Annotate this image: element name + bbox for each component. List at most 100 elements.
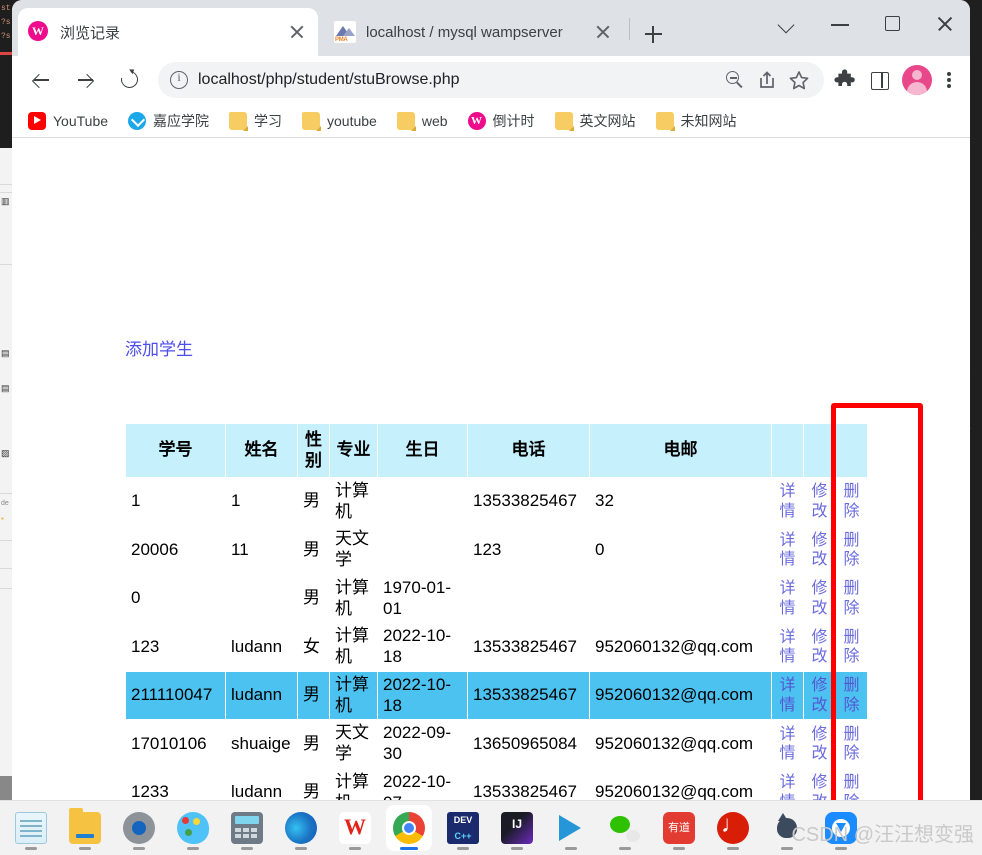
taskbar-item-google-chrome[interactable] — [386, 805, 432, 851]
site-info-icon[interactable] — [170, 70, 188, 89]
taskbar-item-netease-music[interactable] — [710, 805, 756, 851]
edit-link[interactable]: 修改 — [803, 719, 836, 769]
cell-major: 计算机 — [329, 670, 378, 721]
delete-link[interactable]: 删除 — [835, 767, 868, 800]
cell-gender: 男 — [297, 670, 330, 721]
browsing-history-icon: W — [28, 21, 50, 43]
taskbar-running-indicator — [673, 847, 685, 850]
tab-browsing-history[interactable]: W 浏览记录 — [18, 8, 318, 56]
close-icon[interactable] — [918, 0, 970, 48]
table-row[interactable]: 17010106 shuaige 男天文学 2022-09-30 13650965084… — [125, 719, 868, 769]
taskbar-item-settings[interactable] — [116, 805, 162, 851]
bookmark-label: 未知网站 — [680, 112, 737, 129]
taskbar-item-wps-office[interactable] — [332, 805, 378, 851]
edit-link[interactable]: 修改 — [803, 622, 836, 672]
cell-birthday: 1970-01-01 — [377, 573, 468, 624]
bookmark-star-icon[interactable] — [786, 67, 812, 93]
detail-link[interactable]: 详情 — [771, 573, 804, 624]
bookmark-jiaying-college[interactable]: 嘉应学院 — [126, 108, 211, 134]
tab-search-icon[interactable] — [762, 0, 814, 48]
detail-link[interactable]: 详情 — [771, 670, 804, 721]
tab-phpmyadmin[interactable]: PMA localhost / mysql wampserver — [324, 8, 624, 56]
delete-link[interactable]: 删除 — [835, 670, 868, 721]
cell-name: 1 — [225, 476, 298, 527]
cell-phone: 13533825467 — [467, 476, 590, 527]
taskbar-item-calculator[interactable] — [224, 805, 270, 851]
table-row[interactable]: 1233ludann男计算机2022-10-071353382546795206… — [125, 767, 868, 800]
cell-birthday: 2022-10-07 — [377, 767, 468, 800]
share-icon[interactable] — [754, 67, 780, 93]
bookmark-label: 英文网站 — [579, 112, 636, 129]
taskbar-item-microsoft-edge[interactable] — [278, 805, 324, 851]
youdao-dictionary-icon — [663, 812, 695, 844]
forward-icon[interactable] — [68, 62, 104, 98]
taskbar-item-file-explorer[interactable] — [62, 805, 108, 851]
detail-link[interactable]: 详情 — [771, 719, 804, 769]
taskbar-item-notepad[interactable] — [8, 805, 54, 851]
taskbar-running-indicator — [619, 847, 631, 850]
cell-major: 天文学 — [329, 719, 378, 769]
detail-link[interactable]: 详情 — [771, 476, 804, 527]
profile-avatar[interactable] — [902, 65, 932, 95]
taskbar-running-indicator — [457, 847, 469, 850]
taskbar-item-wechat[interactable] — [602, 805, 648, 851]
table-row[interactable]: 20006 11 男天文学 123 0 详情 修改 删除 — [125, 525, 868, 575]
back-icon[interactable] — [24, 62, 60, 98]
address-bar[interactable]: localhost/php/student/stuBrowse.php — [158, 62, 824, 98]
taskbar-running-indicator — [133, 847, 145, 850]
detail-link[interactable]: 详情 — [771, 767, 804, 800]
close-icon[interactable] — [592, 21, 614, 43]
delete-link[interactable]: 删除 — [835, 622, 868, 672]
edit-link[interactable]: 修改 — [803, 525, 836, 575]
bookmark-youtube[interactable]: YouTube — [26, 108, 110, 134]
delete-link[interactable]: 删除 — [835, 476, 868, 527]
close-icon[interactable] — [286, 21, 308, 43]
bookmark-youtube-folder[interactable]: youtube — [300, 108, 379, 134]
column-header-gender: 性别 — [297, 423, 330, 478]
table-row[interactable]: 0 男计算机 1970-01-01 详情 修改 删除 — [125, 573, 868, 624]
minimize-icon[interactable] — [814, 0, 866, 48]
delete-link[interactable]: 删除 — [835, 573, 868, 624]
edit-link[interactable]: 修改 — [803, 767, 836, 800]
folder-icon — [554, 111, 574, 131]
maximize-icon[interactable] — [866, 0, 918, 48]
bookmark-unknown-sites[interactable]: 未知网站 — [654, 108, 739, 134]
calculator-icon — [231, 812, 263, 844]
detail-link[interactable]: 详情 — [771, 525, 804, 575]
table-row[interactable]: 1 1 男计算机 13533825467 32 详情 修改 删除 — [125, 476, 868, 527]
extensions-icon[interactable] — [830, 65, 860, 95]
edit-link[interactable]: 修改 — [803, 573, 836, 624]
folder-icon — [229, 111, 249, 131]
delete-link[interactable]: 删除 — [835, 719, 868, 769]
zoom-out-icon[interactable] — [722, 67, 748, 93]
new-tab-button[interactable] — [638, 19, 668, 49]
taskbar-item-paint[interactable] — [170, 805, 216, 851]
table-row[interactable]: 211110047 ludann 男计算机 2022-10-18 13533825467… — [125, 670, 868, 721]
cell-email: 0 — [589, 525, 772, 575]
edit-link[interactable]: 修改 — [803, 670, 836, 721]
bookmark-countdown[interactable]: W 倒计时 — [466, 108, 537, 134]
taskbar-item-dev-cpp[interactable] — [440, 805, 486, 851]
chrome-menu-icon[interactable] — [936, 65, 962, 95]
microsoft-edge-icon — [285, 812, 317, 844]
table-row[interactable]: 123 ludann 女计算机 2022-10-18 13533825467 952060… — [125, 622, 868, 672]
taskbar-item-intellij-idea[interactable] — [494, 805, 540, 851]
bookmark-web-folder[interactable]: web — [395, 108, 450, 134]
delete-link[interactable]: 删除 — [835, 525, 868, 575]
detail-link[interactable]: 详情 — [771, 622, 804, 672]
taskbar-item-visual-studio-code[interactable] — [548, 805, 594, 851]
taskbar-item-youdao-dictionary[interactable] — [656, 805, 702, 851]
edit-link[interactable]: 修改 — [803, 476, 836, 527]
bookmark-study-folder[interactable]: 学习 — [227, 108, 284, 134]
cell-student-id: 17010106 — [125, 719, 226, 769]
taskbar-running-indicator — [565, 847, 577, 850]
side-panel-icon[interactable] — [864, 65, 894, 95]
page-content: 添加学生 学号 姓名 性别 专业 生日 电话 电邮 1 1 男计算机 13533825… — [12, 138, 970, 800]
bookmarks-bar: YouTube 嘉应学院 学习 youtube web W 倒计时 英文网站 未 — [12, 104, 970, 138]
cell-phone: 13650965084 — [467, 719, 590, 769]
add-student-link[interactable]: 添加学生 — [125, 335, 193, 360]
cell-phone: 13533825467 — [467, 670, 590, 721]
tab-strip: W 浏览记录 PMA localhost / mysql wampserver — [12, 0, 970, 56]
reload-icon[interactable] — [112, 62, 148, 98]
bookmark-english-sites[interactable]: 英文网站 — [553, 108, 638, 134]
